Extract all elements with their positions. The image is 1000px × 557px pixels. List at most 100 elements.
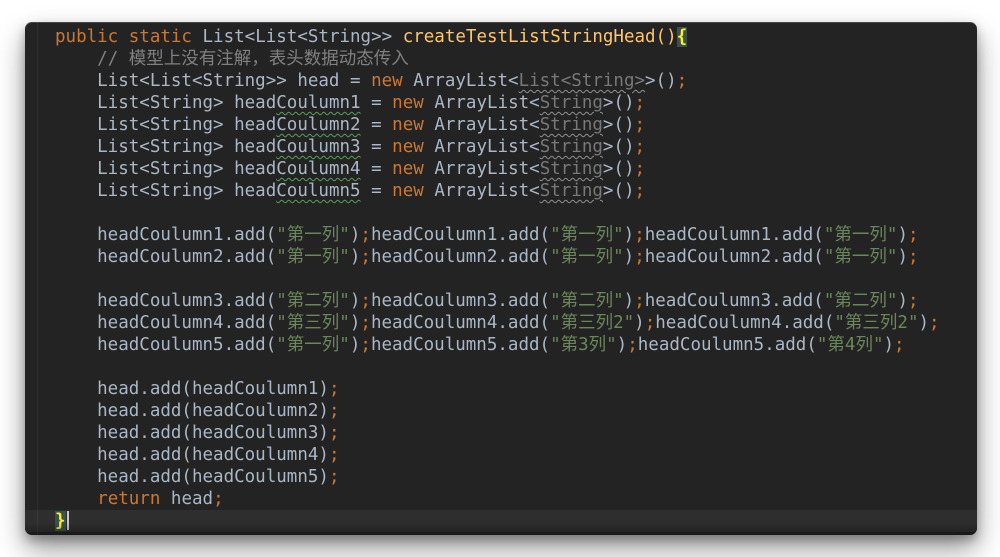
code-token: "第三列2" [550, 313, 635, 333]
code-token: head.add(headCoulumn4) [55, 445, 329, 465]
code-token: head.add(headCoulumn5) [55, 467, 329, 487]
code-token: ; [676, 71, 688, 91]
code-line[interactable]: headCoulumn3.add("第二列");headCoulumn3.add… [25, 290, 977, 312]
code-token: new [392, 115, 435, 135]
code-token: headCoulumn5.add( [637, 335, 817, 355]
code-line[interactable]: head.add(headCoulumn1); [25, 378, 977, 400]
code-token: ) [349, 225, 361, 245]
code-line[interactable]: head.add(headCoulumn3); [25, 422, 977, 444]
code-token: ; [634, 247, 645, 267]
code-token: "第4列" [816, 335, 884, 355]
code-token: "第一列" [823, 225, 898, 245]
code-line[interactable]: headCoulumn1.add("第一列");headCoulumn1.add… [25, 224, 977, 246]
code-line[interactable]: headCoulumn2.add("第一列");headCoulumn2.add… [25, 246, 977, 268]
code-token: ; [328, 401, 340, 421]
code-token: ; [634, 181, 646, 201]
code-line[interactable]: List<String> headCoulumn1 = new ArrayLis… [25, 92, 977, 114]
code-token: new [392, 137, 435, 157]
code-token: = [360, 115, 393, 135]
code-line[interactable] [25, 356, 977, 378]
code-token: >() [602, 93, 635, 113]
code-line[interactable]: head.add(headCoulumn4); [25, 444, 977, 466]
code-lines: public static List<List<String>> createT… [25, 26, 977, 532]
code-token: ; [328, 423, 340, 443]
code-token: = [360, 93, 393, 113]
code-token: ArrayList< [434, 159, 540, 179]
code-token: ; [634, 137, 646, 157]
code-line[interactable]: List<String> headCoulumn4 = new ArrayLis… [25, 158, 977, 180]
code-token: headCoulumn4.add( [655, 313, 835, 333]
code-line[interactable]: List<String> headCoulumn3 = new ArrayLis… [25, 136, 977, 158]
code-token: ) [349, 335, 361, 355]
code-token: head.add(headCoulumn3) [55, 423, 329, 443]
code-token: ; [634, 159, 646, 179]
code-token: () [655, 27, 677, 47]
code-token: List<String> head [55, 159, 277, 179]
code-token: "第一列" [276, 335, 350, 355]
code-line[interactable]: public static List<List<String>> createT… [25, 26, 977, 48]
code-token: headCoulumn4.add( [55, 313, 277, 333]
code-token: >() [602, 137, 635, 157]
code-line[interactable]: } [25, 510, 977, 532]
code-token: >() [602, 181, 635, 201]
code-token: Coulumn3 [276, 137, 361, 157]
code-line[interactable]: head.add(headCoulumn5); [25, 466, 977, 488]
code-token: ) [623, 247, 635, 267]
code-line[interactable] [25, 202, 977, 224]
code-token: new [371, 71, 414, 91]
code-token: ; [634, 225, 645, 245]
code-line[interactable]: List<String> headCoulumn2 = new ArrayLis… [25, 114, 977, 136]
code-token: ) [634, 313, 645, 333]
code-token: ; [634, 93, 646, 113]
code-token: ; [360, 335, 371, 355]
code-token: List<String> head [55, 137, 277, 157]
code-token: "第一列" [550, 247, 624, 267]
code-line[interactable]: // 模型上没有注解，表头数据动态传入 [25, 48, 977, 70]
code-token: headCoulumn4.add( [370, 313, 551, 333]
code-editor-card[interactable]: public static List<List<String>> createT… [25, 22, 977, 535]
code-token: ; [360, 291, 371, 311]
code-token: "第3列" [550, 335, 617, 355]
code-token: new [392, 159, 435, 179]
code-token: ArrayList< [434, 137, 540, 157]
code-token: ) [349, 291, 361, 311]
code-token: = [360, 181, 393, 201]
code-line[interactable]: head.add(headCoulumn2); [25, 400, 977, 422]
code-line[interactable]: return head; [25, 488, 977, 510]
code-token: head.add(headCoulumn2) [55, 401, 329, 421]
code-token: >() [602, 115, 635, 135]
code-token: headCoulumn3.add( [644, 291, 824, 311]
code-token: "第二列" [550, 291, 624, 311]
code-token: new [392, 93, 435, 113]
code-token: headCoulumn1.add( [644, 225, 824, 245]
code-token: Coulumn5 [276, 181, 361, 201]
code-line[interactable]: List<List<String>> head = new ArrayList<… [25, 70, 977, 92]
code-line[interactable]: headCoulumn4.add("第三列");headCoulumn4.add… [25, 312, 977, 334]
code-token: >() [645, 71, 677, 91]
code-token: "第三列" [276, 313, 350, 333]
code-token: ; [929, 313, 940, 333]
code-token: String [539, 159, 603, 179]
code-token: List<List<String>> head = [55, 71, 372, 91]
code-token: ) [623, 291, 635, 311]
text-caret [66, 511, 69, 530]
code-token: List<String> head [55, 181, 277, 201]
code-line[interactable]: headCoulumn5.add("第一列");headCoulumn5.add… [25, 334, 977, 356]
code-token: String [539, 115, 603, 135]
code-token: head [170, 489, 214, 509]
code-token: ; [213, 489, 224, 509]
code-line[interactable] [25, 268, 977, 290]
code-token: headCoulumn2.add( [370, 247, 551, 267]
code-token: headCoulumn1.add( [370, 225, 551, 245]
code-token: String [539, 181, 603, 201]
code-token: ) [897, 247, 908, 267]
code-token: createTestListStringHead [402, 27, 656, 47]
code-token: List<String> [518, 71, 646, 91]
code-line[interactable]: List<String> headCoulumn5 = new ArrayLis… [25, 180, 977, 202]
code-token: "第一列" [276, 225, 350, 245]
code-token: ArrayList< [413, 71, 519, 91]
code-token: ; [644, 313, 656, 333]
code-token: ArrayList< [434, 115, 540, 135]
